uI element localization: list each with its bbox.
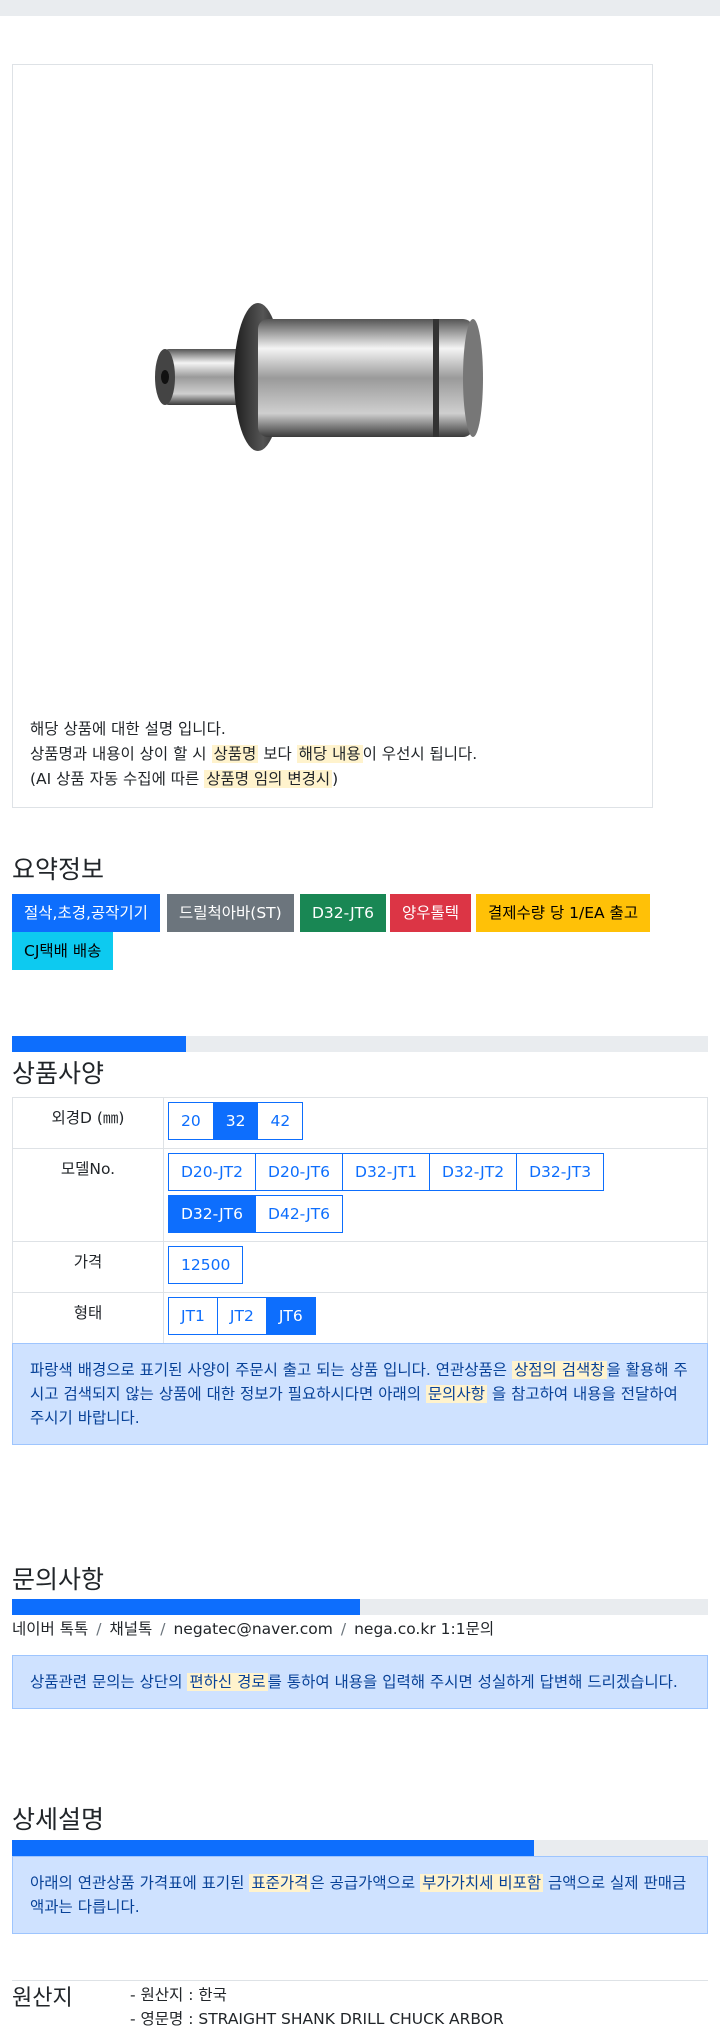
origin-country: - 원산지 : 한국 <box>130 1986 227 2004</box>
spec-row-type: 형태 JT1 JT2 JT6 <box>12 1292 708 1344</box>
badge-model: D32-JT6 <box>300 894 387 932</box>
spec-row-model: 모델No. D20-JT2 D20-JT6 D32-JT1 D32-JT2 D32-JT… <box>12 1148 708 1242</box>
option-model-d32-jt2[interactable]: D32-JT2 <box>429 1153 518 1191</box>
inquiry-notice: 상품관련 문의는 상단의 편하신 경로 를 통하여 내용을 입력해 주시면 성실하… <box>12 1655 708 1709</box>
badge-category: 절삭,초경,공작기기 <box>12 894 160 932</box>
highlight-vat-excluded: 부가가치세 비포함 <box>420 1874 544 1892</box>
link-naver-talktalk[interactable]: 네이버 톡톡 <box>12 1620 88 1638</box>
description-line-2: 상품명과 내용이 상이 할 시 상품명 보다 해당 내용 이 우선시 됩니다. <box>30 745 478 763</box>
product-image-box: 해당 상품에 대한 설명 입니다. 상품명과 내용이 상이 할 시 상품명 보다… <box>12 64 653 808</box>
separator: / <box>340 1620 347 1638</box>
option-type-jt2[interactable]: JT2 <box>216 1297 267 1335</box>
link-email[interactable]: negatec@naver.com <box>173 1620 332 1638</box>
spec-progress-bar <box>12 1036 708 1052</box>
spec-label-model: 모델No. <box>12 1148 164 1242</box>
option-model-d42-jt6[interactable]: D42-JT6 <box>255 1195 344 1233</box>
highlight-inquiry: 문의사항 <box>425 1385 487 1403</box>
highlight-search-box: 상점의 검색창 <box>512 1361 607 1379</box>
origin-list: - 원산지 : 한국 - 영문명 : STRAIGHT SHANK DRILL … <box>130 1983 504 2028</box>
product-photo <box>155 303 483 451</box>
description-line-1: 해당 상품에 대한 설명 입니다. <box>30 720 226 738</box>
option-type-jt1[interactable]: JT1 <box>168 1297 218 1335</box>
inquiry-progress-bar <box>12 1599 708 1615</box>
inquiry-links: 네이버 톡톡 / 채널톡 / negatec@naver.com / nega.co.kr … <box>12 1617 494 1639</box>
badge-shipping-qty: 결제수량 당 1/EA 출고 <box>476 894 651 932</box>
spec-label-type: 형태 <box>12 1292 164 1344</box>
option-model-d32-jt3[interactable]: D32-JT3 <box>516 1153 605 1191</box>
option-model-d20-jt2[interactable]: D20-JT2 <box>168 1153 257 1191</box>
top-bar <box>0 0 720 16</box>
link-one-to-one[interactable]: nega.co.kr 1:1문의 <box>354 1620 494 1638</box>
highlight-standard-price: 표준가격 <box>249 1874 311 1892</box>
spec-label-price: 가격 <box>12 1241 164 1293</box>
product-description: 해당 상품에 대한 설명 입니다. 상품명과 내용이 상이 할 시 상품명 보다… <box>30 717 640 792</box>
separator: / <box>160 1620 166 1638</box>
option-model-d20-jt6[interactable]: D20-JT6 <box>255 1153 344 1191</box>
origin-title: 원산지 <box>12 1986 73 2011</box>
origin-divider <box>12 1980 708 1981</box>
inquiry-title: 문의사항 <box>12 1565 105 1594</box>
summary-title: 요약정보 <box>12 855 105 884</box>
link-channeltalk[interactable]: 채널톡 <box>109 1620 152 1638</box>
highlight-contact-path: 편하신 경로 <box>187 1673 268 1691</box>
detail-title: 상세설명 <box>12 1805 105 1834</box>
highlight-name-change: 상품명 임의 변경시 <box>204 770 333 788</box>
spec-label-diameter: 외경D (㎜) <box>12 1097 164 1149</box>
option-price-12500[interactable]: 12500 <box>168 1246 244 1284</box>
separator: / <box>96 1620 102 1638</box>
description-line-3: (AI 상품 자동 수집에 따른 상품명 임의 변경시) <box>30 770 339 788</box>
badge-subcategory: 드릴척아바(ST) <box>167 894 294 932</box>
badge-courier: CJ택배 배송 <box>12 932 114 970</box>
spec-title: 상품사양 <box>12 1059 105 1088</box>
option-diameter-42[interactable]: 42 <box>257 1102 304 1140</box>
option-model-d32-jt1[interactable]: D32-JT1 <box>342 1153 431 1191</box>
origin-english-name: - 영문명 : STRAIGHT SHANK DRILL CHUCK ARBOR <box>130 2010 504 2028</box>
spec-notice: 파랑색 배경으로 표기된 사양이 주문시 출고 되는 상품 입니다. 연관상품은… <box>12 1343 708 1445</box>
spec-row-price: 가격 12500 <box>12 1241 708 1293</box>
highlight-product-name: 상품명 <box>211 745 259 763</box>
badge-brand: 양우톨텍 <box>390 894 472 932</box>
option-diameter-32[interactable]: 32 <box>212 1102 259 1140</box>
option-model-d32-jt6[interactable]: D32-JT6 <box>168 1195 257 1233</box>
detail-notice: 아래의 연관상품 가격표에 표기된 표준가격 은 공급가액으로 부가가치세 비포함… <box>12 1856 708 1934</box>
option-diameter-20[interactable]: 20 <box>168 1102 214 1140</box>
highlight-content: 해당 내용 <box>296 745 363 763</box>
spec-table: 외경D (㎜) 20 32 42 모델No. D20-JT2 D20-JT6 D32-J… <box>12 1097 708 1344</box>
option-type-jt6[interactable]: JT6 <box>265 1297 316 1335</box>
detail-progress-bar <box>12 1840 708 1856</box>
spec-row-diameter: 외경D (㎜) 20 32 42 <box>12 1097 708 1149</box>
